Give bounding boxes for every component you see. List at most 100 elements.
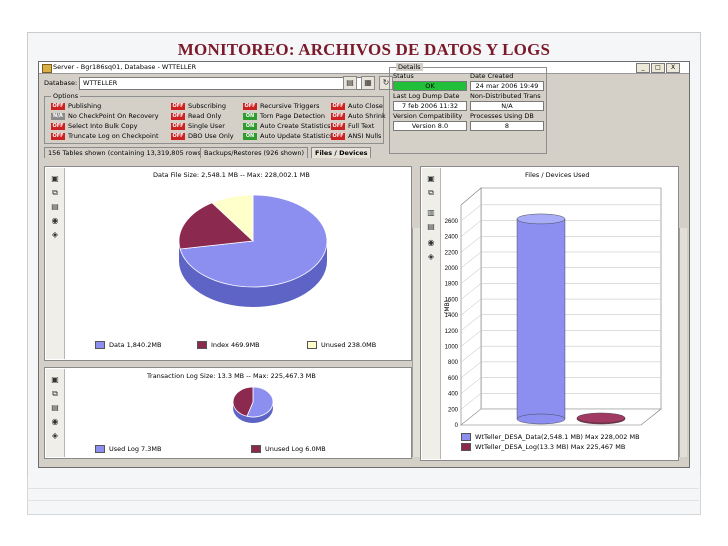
log-pie-chart — [232, 386, 274, 423]
view-icon[interactable]: ◉ — [426, 238, 436, 247]
log-pie-title: Transaction Log Size: 13.3 MB -- Max: 22… — [147, 372, 316, 380]
rotate-icon[interactable]: ◈ — [50, 230, 60, 239]
option-single-user[interactable]: OFF Single User — [171, 122, 225, 131]
scrollbar[interactable] — [679, 228, 687, 457]
option-torn-page[interactable]: ON Torn Page Detection — [243, 112, 325, 121]
copy-icon[interactable]: ⧉ — [426, 188, 436, 197]
y-tick-label: 200 — [448, 407, 459, 413]
data-pie-title: Data File Size: 2,548.1 MB -- Max: 228,0… — [153, 171, 310, 179]
version-compat-label: Version Compatibility — [393, 112, 463, 120]
last-log-dump-label: Last Log Dump Date — [393, 92, 460, 100]
legend-used-log: Used Log 7.3MB — [95, 445, 161, 454]
status-value: OK — [393, 81, 467, 91]
view-icon[interactable]: ◉ — [50, 216, 60, 225]
details-label: Details — [396, 63, 423, 71]
slide-title: MONITOREO: ARCHIVOS DE DATOS Y LOGS — [177, 40, 551, 59]
legend-swatch — [197, 341, 207, 349]
rotate-icon[interactable]: ◈ — [50, 431, 60, 440]
legend-swatch — [461, 433, 471, 441]
export-icon[interactable]: ▤ — [343, 76, 357, 90]
option-auto-shrink[interactable]: OFF Auto Shrink — [331, 112, 386, 121]
database-label: Database: — [44, 79, 78, 87]
processes-value: 8 — [470, 121, 544, 131]
option-auto-create-stats[interactable]: ON Auto Create Statistics — [243, 122, 331, 131]
options-label: Options — [51, 92, 81, 100]
option-recursive-triggers[interactable]: OFF Recursive Triggers — [243, 102, 320, 111]
option-auto-close[interactable]: OFF Auto Close — [331, 102, 383, 111]
options-group: Options OFF Publishing N/A No CheckPoint O… — [44, 92, 386, 144]
slide-divider — [27, 500, 699, 501]
legend-unused-log: Unused Log 6.0MB — [251, 445, 326, 454]
files-devices-panel: ▣ ⧉ ▥ ▤ ◉ ◈ Files / Devices Used 0 200 400… — [420, 166, 679, 461]
y-tick-label: 2200 — [445, 250, 459, 256]
bar-wtteller-desa-data — [516, 218, 566, 420]
title-bar: Server - Bgr186sq01, Database - WTTELLER… — [39, 62, 689, 74]
tab-tables[interactable]: 156 Tables shown (containing 13,319,805 … — [44, 147, 208, 158]
close-button[interactable]: X — [666, 63, 680, 73]
window-title: Server - Bgr186sq01, Database - WTTELLER — [53, 63, 197, 71]
legend-swatch — [95, 341, 105, 349]
option-dbo-use-only[interactable]: OFF DBO Use Only — [171, 132, 234, 141]
last-log-dump-value: 7 feb 2006 11:32 — [393, 101, 467, 111]
copy-icon[interactable]: ⧉ — [50, 188, 60, 197]
report-icon[interactable]: ▦ — [361, 76, 375, 90]
legend-swatch — [461, 443, 471, 451]
save-icon[interactable]: ▣ — [50, 375, 60, 384]
log-file-panel: ▣ ⧉ ▤ ◉ ◈ Transaction Log Size: 13.3 MB … — [44, 367, 412, 459]
option-ansi-nulls[interactable]: OFF ANSI Nulls — [331, 132, 381, 141]
copy-icon[interactable]: ⧉ — [50, 389, 60, 398]
status-label: Status — [393, 72, 414, 80]
save-icon[interactable]: ▣ — [50, 174, 60, 183]
minimize-button[interactable]: _ — [636, 63, 650, 73]
legend-data: Data 1,840.2MB — [95, 341, 161, 350]
option-select-into[interactable]: OFF Select Into Bulk Copy — [51, 122, 137, 131]
option-read-only[interactable]: OFF Read Only — [171, 112, 221, 121]
y-tick-label: 1800 — [445, 282, 459, 288]
legend-index: Index 469.9MB — [197, 341, 260, 350]
y-tick-label: 2600 — [445, 219, 459, 225]
chart-toolbar: ▣ ⧉ ▤ ◉ ◈ — [46, 369, 65, 457]
non-distributed-label: Non-Distributed Trans — [470, 92, 541, 100]
version-compat-value: Version 8.0 — [393, 121, 467, 131]
option-auto-update-stats[interactable]: ON Auto Update Statistics — [243, 132, 332, 141]
rotate-icon[interactable]: ◈ — [426, 252, 436, 261]
scrollbar[interactable] — [412, 228, 420, 457]
option-no-checkpoint[interactable]: N/A No CheckPoint On Recovery — [51, 112, 159, 121]
option-truncate-log[interactable]: OFF Truncate Log on Checkpoint — [51, 132, 159, 141]
non-distributed-value: N/A — [470, 101, 544, 111]
print-icon[interactable]: ▤ — [50, 403, 60, 412]
print-icon[interactable]: ▤ — [426, 222, 436, 231]
print-icon[interactable]: ▤ — [50, 202, 60, 211]
legend-log-file: WtTeller_DESA_Log(13.3 MB) Max 225,467 M… — [461, 443, 625, 452]
save-icon[interactable]: ▣ — [426, 174, 436, 183]
y-tick-label: 1200 — [445, 329, 459, 335]
files-bar-chart: 0200400600800100012001400160018002000220… — [444, 187, 662, 429]
tab-files-devices[interactable]: Files / Devices — [311, 147, 372, 158]
y-tick-label: 0 — [455, 423, 459, 429]
database-select[interactable]: WTTELLER ▼ — [79, 77, 373, 90]
maximize-button[interactable]: □ — [651, 63, 665, 73]
date-created-label: Date Created — [470, 72, 514, 80]
processes-label: Processes Using DB — [470, 112, 534, 120]
properties-icon[interactable]: ▥ — [426, 208, 436, 217]
bar-cap-wtteller-desa-log — [576, 412, 626, 424]
database-value: WTTELLER — [83, 79, 118, 87]
legend-unused: Unused 238.0MB — [307, 341, 376, 350]
slide-footer — [27, 476, 701, 515]
legend-data-file: WtTeller_DESA_Data(2,548.1 MB) Max 228,0… — [461, 433, 640, 442]
y-tick-label: 400 — [448, 392, 459, 398]
bar-base-wtteller-desa-data — [516, 413, 566, 425]
legend-swatch — [251, 445, 261, 453]
view-icon[interactable]: ◉ — [50, 417, 60, 426]
date-created-value: 24 mar 2006 19:49 — [470, 81, 544, 91]
y-tick-label: 800 — [448, 360, 459, 366]
data-pie-chart — [178, 194, 328, 307]
files-chart-title: Files / Devices Used — [525, 171, 590, 179]
option-publishing[interactable]: OFF Publishing — [51, 102, 101, 111]
details-group: Details Status OK Date Created 24 mar 20… — [389, 63, 547, 154]
tab-backups[interactable]: Backups/Restores (926 shown) — [200, 147, 308, 158]
option-subscribing[interactable]: OFF Subscribing — [171, 102, 226, 111]
option-full-text[interactable]: OFF Full Text — [331, 122, 374, 131]
bar-chart-back-wall — [480, 187, 662, 410]
chart-toolbar: ▣ ⧉ ▥ ▤ ◉ ◈ — [422, 168, 441, 459]
